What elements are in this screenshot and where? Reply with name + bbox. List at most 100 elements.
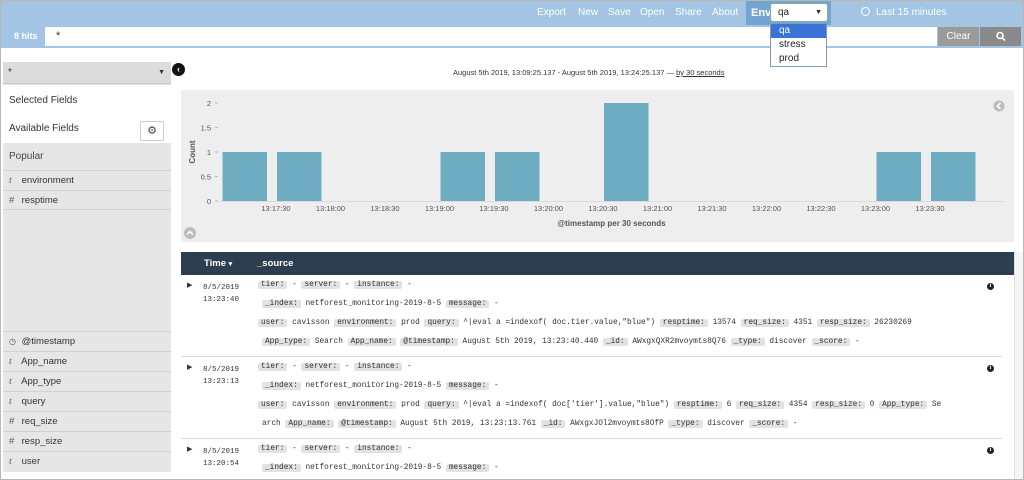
field-key: message: [445,300,490,308]
field-key: resp_size: [812,401,865,409]
environment-select[interactable]: qa ▼ [770,3,828,22]
sidebar-field-resp-size[interactable]: # resp_size [3,431,171,451]
sidebar-field-req-size[interactable]: # req_size [3,411,171,431]
export-link[interactable]: Export [532,1,571,25]
field-key: user: [258,401,288,409]
histogram-bar[interactable] [277,152,322,201]
info-icon[interactable]: i [987,283,994,290]
field-value: - [292,281,297,289]
x-tick-label: 13:21:00 [643,204,672,213]
field-value: - [407,445,412,453]
table-row[interactable]: ▶ 8/5/2019 13:20:54 i tier: - server: - inst… [181,439,1002,479]
new-link[interactable]: New [573,1,603,25]
field-value: AWxgxJOl2mvoymts8OfP [570,420,664,428]
histogram-chart[interactable]: 0 0.5 1 1.5 2 13:17:30 13:18:00 13:18:30 13:19:… [181,90,1014,242]
clear-button[interactable]: Clear [938,27,979,46]
time-column-header[interactable]: Time ▾ [204,252,232,276]
histogram-bar[interactable] [440,152,486,201]
field-value: - [493,382,499,390]
sidebar-field-timestamp[interactable]: ◷ @timestamp [3,331,171,351]
available-fields-heading: Available Fields [9,123,79,134]
search-bar: 8 hits * Clear [1,25,1023,48]
x-tick-label: 13:19:30 [479,204,508,213]
field-key: user: [258,319,288,327]
field-value: Se [931,401,942,409]
field-key: environment: [334,401,397,409]
field-value: - [493,300,499,308]
index-pattern-select[interactable]: * ▼ [3,62,171,84]
table-row[interactable]: ▶ 8/5/2019 13:23:13 i tier: - server: - inst… [181,357,1002,439]
field-key: server: [301,363,341,371]
field-value: 26230269 [874,319,912,327]
field-key: environment: [334,319,397,327]
sidebar-field-environment[interactable]: t environment [3,170,171,190]
sidebar-field-app-type[interactable]: t App_type [3,371,171,391]
chart-collapse-icon[interactable] [993,100,1005,112]
sidebar-field-query[interactable]: t query [3,391,171,411]
histogram-bar[interactable] [222,152,268,201]
sidebar-field-user[interactable]: t user [3,451,171,471]
save-link[interactable]: Save [603,1,636,25]
collapse-sidebar-button[interactable]: ‹ [172,63,185,76]
share-link[interactable]: Share [670,1,707,25]
gear-icon: ⚙ [147,125,157,137]
field-key: @timestamp: [400,338,458,346]
clock-icon [861,7,870,16]
info-icon[interactable]: i [987,447,994,454]
field-value: August 5th 2019, 13:23:13.761 [400,420,537,428]
field-key: resptime: [659,319,708,327]
field-key: _score: [811,338,851,346]
row-timestamp: 8/5/2019 13:23:13 [203,364,239,388]
field-value: - [854,338,860,346]
field-name: req_size [21,416,58,427]
environment-option-stress[interactable]: stress [771,38,826,52]
row-timestamp: 8/5/2019 13:23:40 [203,282,239,306]
field-value: arch [262,420,281,428]
sidebar-field-resptime[interactable]: # resptime [3,190,171,210]
field-value: August 5th 2019, 13:23:40.440 [462,338,599,346]
table-scrollbar[interactable] [1014,252,1023,479]
sidebar-field-app-name[interactable]: t App_name [3,351,171,371]
environment-option-qa[interactable]: qa [771,24,826,38]
source-line: tier: - server: - instance: - [258,281,412,289]
time-range-header: August 5th 2019, 13:09:25.137 - August 5… [453,68,724,77]
info-icon[interactable]: i [987,365,994,372]
histogram-bar[interactable] [931,152,976,201]
environment-option-prod[interactable]: prod [771,52,826,66]
time-picker-label: Last 15 minutes [876,7,947,18]
time-picker[interactable]: Last 15 minutes [861,1,947,25]
chart-toggle-icon[interactable] [184,227,196,239]
x-tick-label: 13:23:00 [861,204,890,213]
y-tick-label: 1.5 [201,124,211,133]
field-value: 4351 [793,319,813,327]
expand-row-icon[interactable]: ▶ [187,281,192,289]
field-value: prod [401,319,420,327]
clock-icon: ◷ [9,337,16,346]
field-key: tier: [258,363,288,371]
field-value: 6 [726,401,732,409]
histogram-bar[interactable] [495,152,540,201]
search-button[interactable] [980,27,1021,46]
expand-row-icon[interactable]: ▶ [187,363,192,371]
field-key: message: [445,382,490,390]
time-range-text: August 5th 2019, 13:09:25.137 - August 5… [453,68,675,77]
index-pattern-value: * [8,67,12,78]
field-value: - [292,363,297,371]
field-key: App_type: [262,338,311,346]
field-value: 0 [869,401,875,409]
histogram-bar[interactable] [876,152,922,201]
about-link[interactable]: About [707,1,743,25]
sort-down-icon: ▾ [228,261,233,268]
field-name: App_name [21,356,68,367]
open-link[interactable]: Open [635,1,669,25]
expand-row-icon[interactable]: ▶ [187,445,192,453]
histogram-bar[interactable] [604,103,649,201]
source-line: user: cavisson environment: prod query: … [258,319,912,327]
interval-link[interactable]: by 30 seconds [676,68,724,77]
field-settings-button[interactable]: ⚙ [140,121,164,141]
x-tick-label: 13:19:00 [425,204,454,213]
table-row[interactable]: ▶ 8/5/2019 13:23:40 i tier: - server: - inst… [181,275,1002,357]
source-line: _index: netforest_monitoring-2019-8-5 me… [262,300,499,308]
selected-fields-heading: Selected Fields [9,95,78,106]
field-key: _index: [262,300,301,308]
